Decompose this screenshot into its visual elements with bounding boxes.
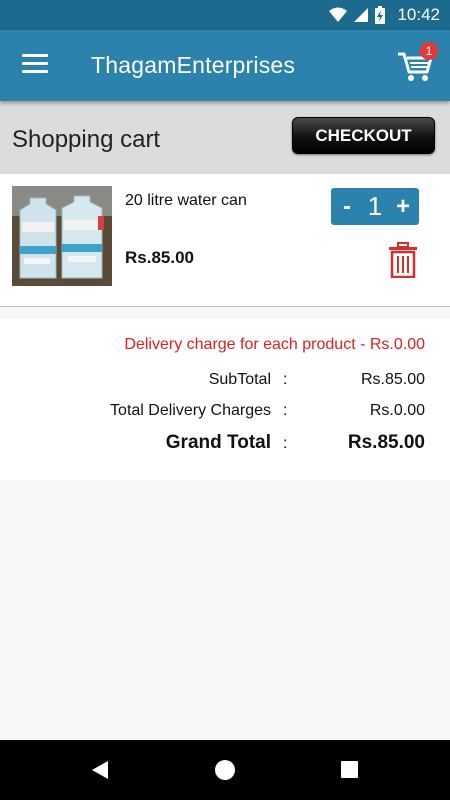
checkout-button[interactable]: CHECKOUT <box>292 117 435 154</box>
product-name: 20 litre water can <box>125 192 247 209</box>
cart-button[interactable]: 1 <box>396 42 438 84</box>
page-title: Shopping cart <box>12 126 161 153</box>
status-icons: 10:42 <box>329 5 440 25</box>
separator: : <box>283 371 288 388</box>
system-nav-bar <box>0 740 450 800</box>
separator: : <box>283 402 288 419</box>
product-image <box>12 186 112 286</box>
delete-icon[interactable] <box>388 242 418 279</box>
cart-header: Shopping cart CHECKOUT <box>0 101 450 174</box>
status-time: 10:42 <box>397 5 440 24</box>
increment-button[interactable]: + <box>393 192 413 222</box>
quantity-stepper: - 1 + <box>331 188 419 225</box>
product-price: Rs.85.00 <box>125 248 194 267</box>
signal-icon <box>354 8 369 22</box>
battery-icon <box>375 6 386 24</box>
back-icon[interactable] <box>90 760 110 780</box>
subtotal-label: SubTotal <box>208 371 271 388</box>
menu-icon[interactable] <box>22 54 48 74</box>
grand-total-value: Rs.85.00 <box>347 432 425 453</box>
wifi-icon <box>329 7 348 22</box>
order-summary: Delivery charge for each product - Rs.0.… <box>0 319 450 480</box>
quantity-value: 1 <box>367 191 383 221</box>
delivery-charges-value: Rs.0.00 <box>369 402 425 419</box>
delivery-charge-note: Delivery charge for each product - Rs.0.… <box>124 336 425 353</box>
delivery-charges-label: Total Delivery Charges <box>110 402 271 419</box>
app-title: ThagamEnterprises <box>91 52 296 78</box>
subtotal-value: Rs.85.00 <box>360 371 425 388</box>
app-bar: ThagamEnterprises 1 <box>0 30 450 101</box>
separator: : <box>283 435 288 452</box>
home-icon[interactable] <box>215 760 235 780</box>
status-bar: 10:42 <box>0 0 450 30</box>
recent-apps-icon[interactable] <box>341 761 358 778</box>
cart-item: 20 litre water can Rs.85.00 - 1 + <box>0 174 450 307</box>
decrement-button[interactable]: - <box>337 192 357 222</box>
grand-total-label: Grand Total <box>165 432 271 453</box>
cart-count-badge: 1 <box>420 42 438 60</box>
